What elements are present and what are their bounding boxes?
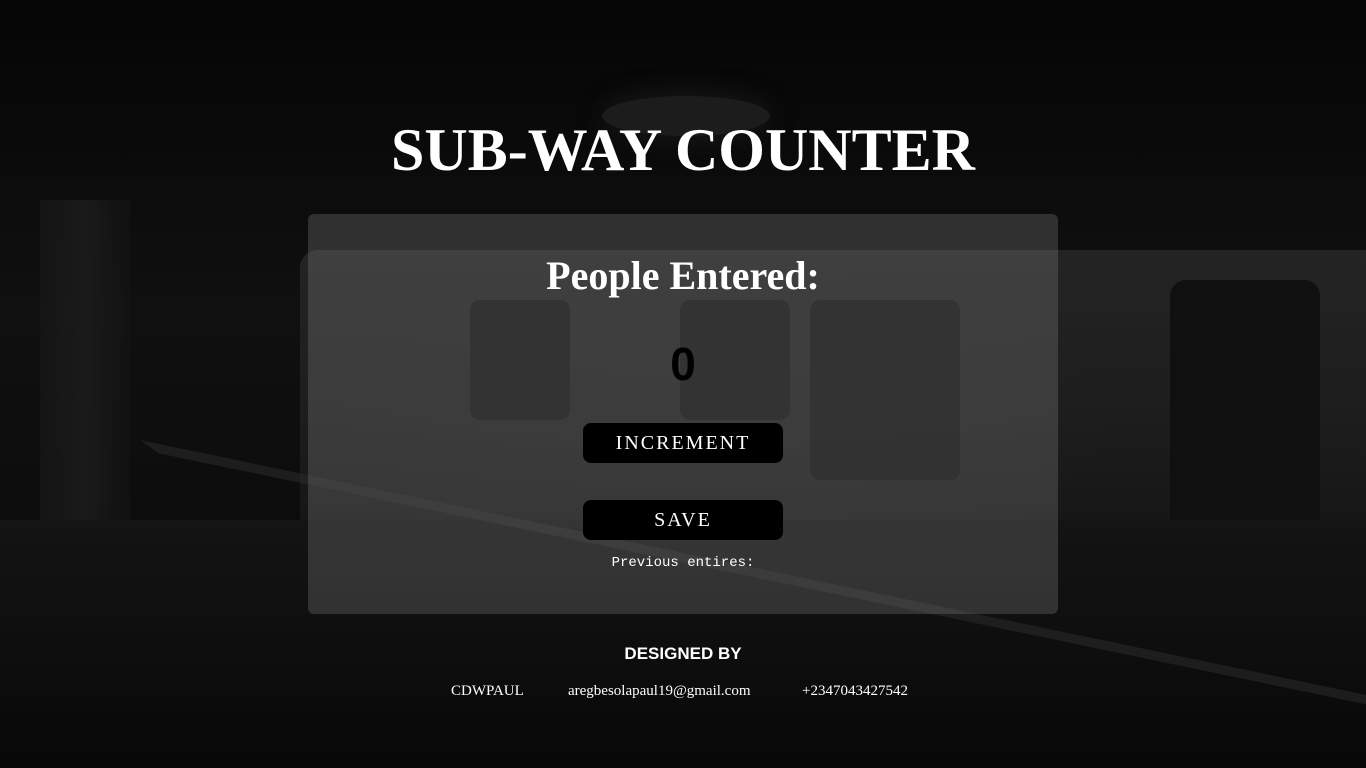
previous-entries-label: Previous entires: bbox=[611, 555, 755, 571]
page-title: SUB-WAY COUNTER bbox=[390, 117, 975, 183]
designer-email: aregbesolapaul19@gmail.com bbox=[568, 683, 751, 699]
designed-by-heading: DESIGNED BY bbox=[624, 644, 742, 663]
people-entered-heading: People Entered: bbox=[546, 253, 820, 298]
designer-name: CDWPAUL bbox=[451, 683, 524, 699]
background-train-door bbox=[1170, 280, 1320, 550]
count-display: 0 bbox=[670, 338, 696, 390]
increment-button[interactable]: INCREMENT bbox=[583, 423, 783, 463]
designer-phone: +2347043427542 bbox=[802, 683, 908, 699]
save-button[interactable]: SAVE bbox=[583, 500, 783, 540]
